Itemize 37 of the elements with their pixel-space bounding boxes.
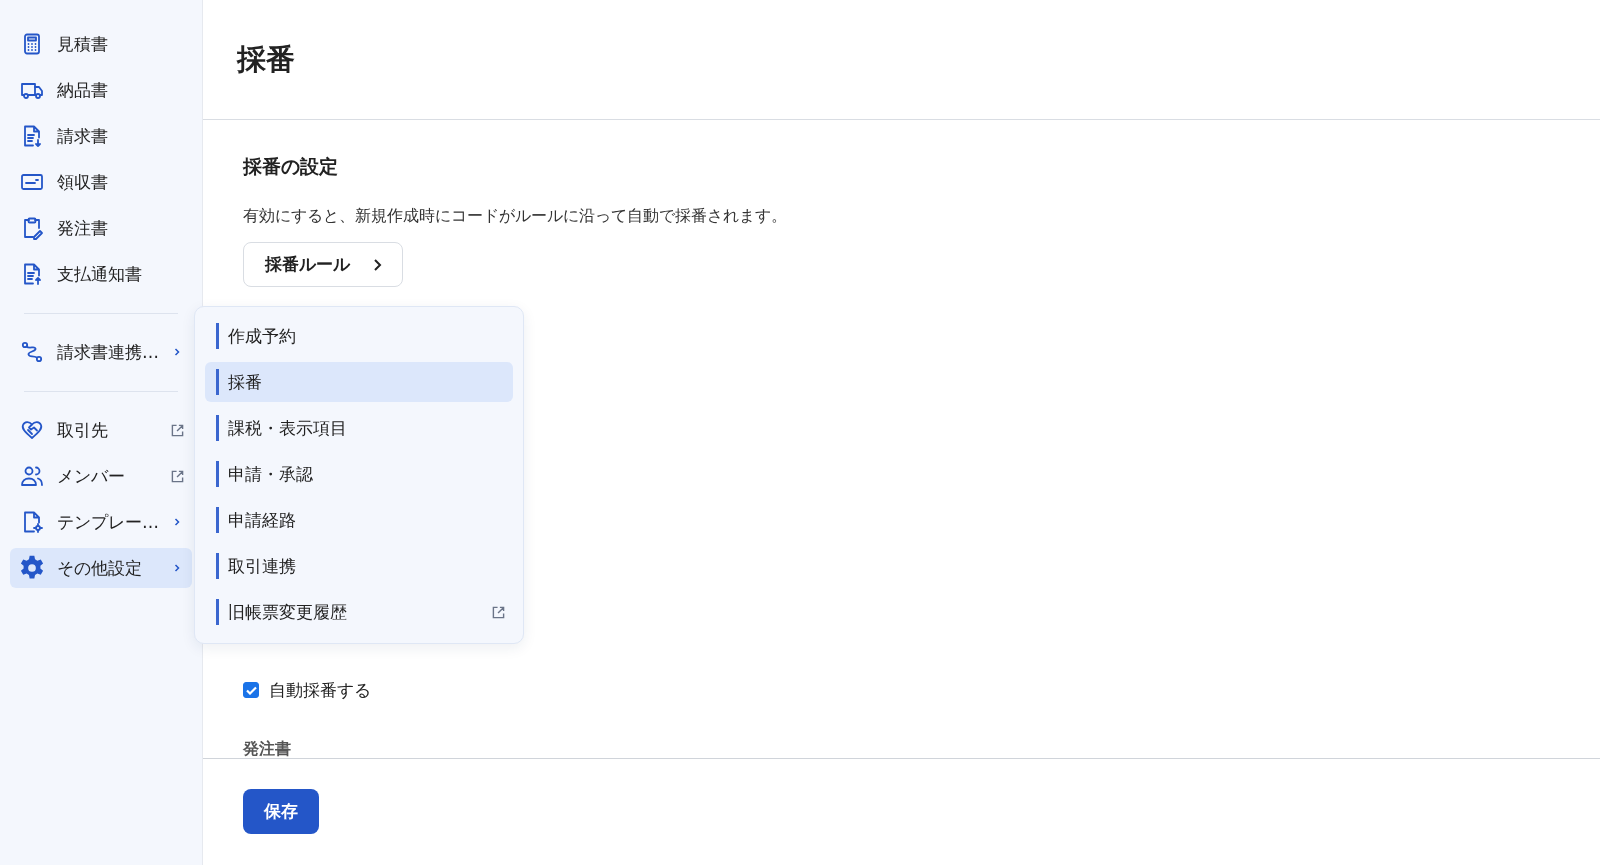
- save-button[interactable]: 保存: [243, 789, 319, 834]
- sidebar-item[interactable]: 取引先: [10, 410, 192, 450]
- external-link-icon: [491, 605, 505, 619]
- chevron-right-icon: [371, 257, 382, 272]
- settings-icon: [18, 554, 46, 582]
- menu-item[interactable]: 旧帳票変更履歴: [205, 592, 513, 632]
- menu-item[interactable]: 課税・表示項目: [205, 408, 513, 448]
- menu-item[interactable]: 採番: [205, 362, 513, 402]
- section-title: 採番の設定: [243, 154, 339, 179]
- chevron-right-icon: [173, 517, 181, 527]
- menu-item[interactable]: 作成予約: [205, 316, 513, 356]
- sidebar-item[interactable]: 納品書: [10, 70, 192, 110]
- menu-item[interactable]: 申請経路: [205, 500, 513, 540]
- route-icon: [20, 340, 44, 364]
- external-link-icon: [170, 423, 184, 437]
- menu-item[interactable]: 申請・承認: [205, 454, 513, 494]
- sidebar-item[interactable]: メンバー: [10, 456, 192, 496]
- page-title: 採番: [237, 40, 295, 78]
- sidebar-item[interactable]: 発注書: [10, 208, 192, 248]
- sidebar-item[interactable]: テンプレー…: [10, 502, 192, 542]
- sidebar-item[interactable]: その他設定: [10, 548, 192, 588]
- checkbox[interactable]: [243, 682, 259, 698]
- sidebar-item[interactable]: 請求書連携…: [10, 332, 192, 372]
- sidebar-item[interactable]: 請求書: [10, 116, 192, 156]
- sidebar-item[interactable]: 見積書: [10, 24, 192, 64]
- chevron-right-icon: [173, 563, 181, 573]
- menu-item[interactable]: 取引連携: [205, 546, 513, 586]
- numbering-rule-button[interactable]: 採番ルール: [243, 242, 403, 287]
- chevron-right-icon: [173, 347, 181, 357]
- sidebar-item[interactable]: 支払通知書: [10, 254, 192, 294]
- people-icon: [20, 464, 44, 488]
- external-link-icon: [170, 469, 184, 483]
- checkbox-label: 自動採番する: [269, 678, 371, 702]
- sidebar-item[interactable]: 領収書: [10, 162, 192, 202]
- section-heading: 発注書: [243, 738, 292, 758]
- handshake-icon: [20, 418, 44, 442]
- description-text: 有効にすると、新規作成時にコードがルールに沿って自動で採番されます。: [243, 205, 788, 227]
